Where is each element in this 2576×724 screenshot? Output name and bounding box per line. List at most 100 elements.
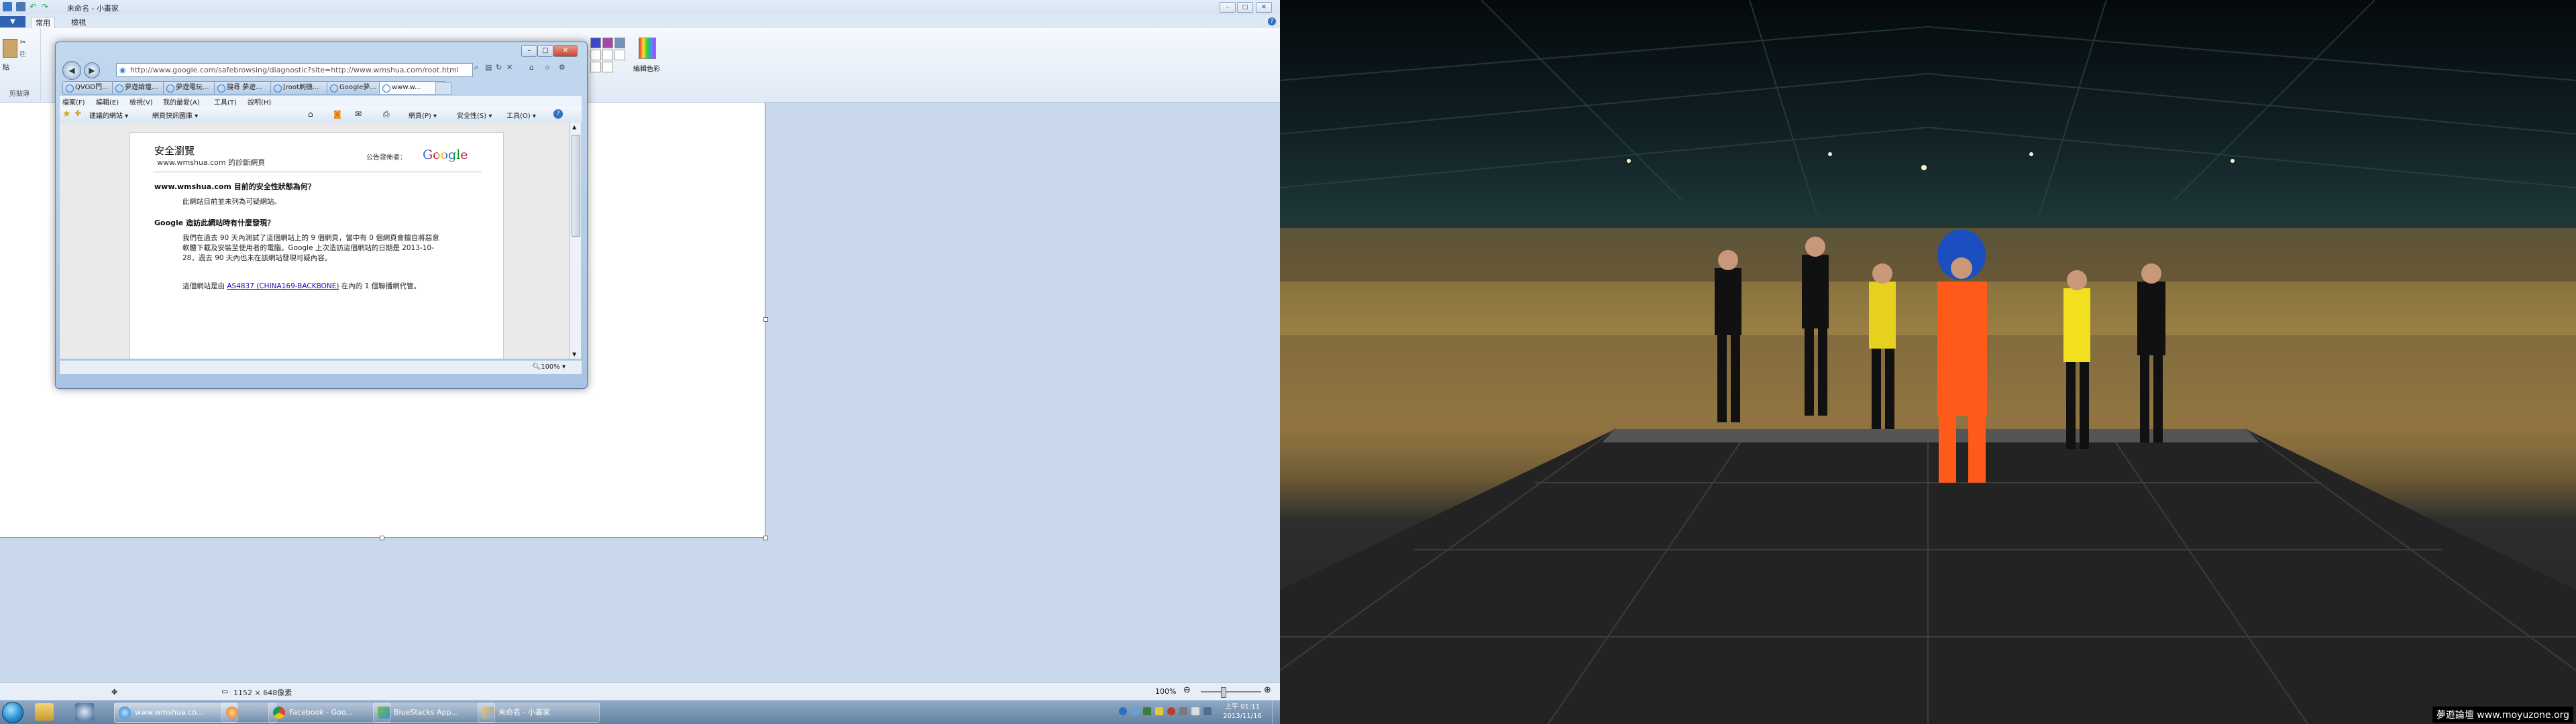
zoom-out-icon[interactable]: ⊖	[1183, 685, 1191, 695]
file-menu-button[interactable]: ▼	[0, 16, 25, 27]
menu-tools[interactable]: 工具(T)	[214, 97, 237, 107]
back-button[interactable]: ◀	[62, 61, 81, 80]
menu-file[interactable]: 檔案(F)	[62, 97, 85, 107]
antivirus-icon[interactable]	[1167, 707, 1175, 715]
audience	[1280, 228, 2576, 449]
print-icon[interactable]: ⎙	[383, 109, 390, 119]
battery-icon[interactable]	[1179, 707, 1187, 715]
close-button[interactable]: ✕	[1256, 2, 1272, 13]
ie-close-button[interactable]: ✕	[553, 45, 578, 57]
color-swatch[interactable]	[614, 38, 625, 48]
tools-gear-icon[interactable]: ⚙	[559, 63, 566, 72]
clock-date: 2013/11/16	[1223, 713, 1262, 720]
paste-icon[interactable]	[3, 39, 17, 58]
flag-icon[interactable]	[1155, 707, 1163, 715]
color-swatch[interactable]	[602, 62, 613, 72]
tab-favicon-icon	[382, 84, 390, 93]
taskbar-chrome-button[interactable]: Facebook - Goo...	[268, 703, 390, 723]
page-favicon: ◉	[119, 66, 126, 74]
ie-vertical-scrollbar[interactable]: ▲ ▼	[570, 123, 581, 359]
show-desktop-button[interactable]	[1272, 701, 1280, 724]
copy-icon[interactable]: ⎘	[20, 51, 25, 58]
page-menu[interactable]: 網頁(P) ▾	[409, 110, 437, 120]
web-slice-gallery-link[interactable]: 網頁快訊圖庫 ▾	[152, 110, 198, 120]
compat-view-icon[interactable]: ▤	[485, 63, 492, 72]
safety-menu[interactable]: 安全性(S) ▾	[457, 110, 492, 120]
tab-view[interactable]: 檢視	[67, 17, 90, 27]
tab-favicon-icon	[166, 84, 174, 93]
ie-menubar: 檔案(F) 編輯(E) 檢視(V) 我的最愛(A) 工具(T) 說明(H)	[60, 96, 582, 107]
concert-photo	[1280, 0, 2576, 724]
scroll-thumb[interactable]	[572, 135, 580, 237]
forward-button[interactable]: ▶	[84, 62, 100, 78]
suggested-sites-link[interactable]: 建議的網站 ▾	[89, 110, 128, 120]
volume-icon[interactable]	[1191, 707, 1199, 715]
watermark: 夢遊論壇 www.moyuzone.org	[2432, 707, 2573, 723]
color-swatch[interactable]	[614, 50, 625, 60]
add-favorites-icon[interactable]: ✚	[74, 109, 81, 118]
refresh-icon[interactable]: ↻	[496, 63, 502, 72]
minimize-button[interactable]: –	[1220, 2, 1236, 13]
color-swatch[interactable]	[590, 50, 601, 60]
favorites-star-icon[interactable]: ☆	[544, 63, 551, 72]
stop-icon[interactable]: ✕	[506, 63, 513, 72]
network-link[interactable]: AS4837 (CHINA169-BACKBONE)	[227, 282, 339, 290]
menu-help[interactable]: 說明(H)	[248, 97, 271, 107]
save-icon[interactable]	[16, 2, 25, 11]
zoom-in-icon[interactable]: ⊕	[1264, 685, 1271, 695]
tab-home[interactable]: 常用	[31, 17, 55, 28]
taskbar-bluestacks-button[interactable]: BlueStacks App...	[373, 703, 495, 723]
home-icon[interactable]: ⌂	[308, 109, 313, 119]
paste-button[interactable]: 貼	[3, 62, 9, 72]
help-icon[interactable]: ?	[553, 109, 563, 119]
start-button[interactable]	[2, 702, 23, 723]
edit-colors-icon[interactable]	[639, 38, 656, 59]
zoom-slider[interactable]	[1201, 691, 1261, 692]
arena-roof	[1280, 0, 2576, 215]
undo-icon[interactable]: ↶	[30, 2, 39, 11]
cut-icon[interactable]: ✂	[20, 39, 25, 46]
mail-icon[interactable]: ✉	[355, 109, 362, 119]
tools-menu[interactable]: 工具(O) ▾	[506, 110, 536, 120]
help-icon[interactable]	[1119, 707, 1127, 715]
app-pin-icon[interactable]	[75, 703, 94, 721]
taskbar-ie-button[interactable]: www.wmshua.co...	[114, 703, 237, 723]
edit-colors-button[interactable]: 編輯色彩	[633, 63, 660, 73]
shield-icon[interactable]	[1143, 707, 1151, 715]
maximize-button[interactable]: □	[1237, 2, 1253, 13]
arena-lights	[1627, 152, 2235, 170]
zoom-slider-thumb[interactable]	[1221, 687, 1226, 698]
menu-view[interactable]: 檢視(V)	[129, 97, 153, 107]
canvas-resize-handle[interactable]	[380, 536, 384, 540]
scroll-up-arrow-icon[interactable]: ▲	[572, 124, 576, 130]
paint-app-icon[interactable]	[3, 2, 12, 11]
home-icon[interactable]: ⌂	[529, 63, 534, 72]
canvas-resize-handle[interactable]	[763, 536, 768, 540]
color-swatch[interactable]	[602, 38, 613, 48]
ie-zoom-level[interactable]: 🔍︎100% ▾	[533, 363, 566, 371]
taskbar-paint-button[interactable]: 未命名 - 小畫家	[478, 703, 600, 723]
menu-edit[interactable]: 編輯(E)	[96, 97, 119, 107]
menu-favorites[interactable]: 我的最愛(A)	[163, 97, 200, 107]
search-icon[interactable]: ⌕	[474, 63, 478, 72]
scroll-down-arrow-icon[interactable]: ▼	[572, 351, 576, 357]
google-logo: Google	[423, 147, 468, 162]
address-url[interactable]: http://www.google.com/safebrowsing/diagn…	[130, 66, 459, 74]
network-suffix: 在內的 1 個聯播網代管。	[341, 282, 421, 290]
address-bar[interactable]: ◉ http://www.google.com/safebrowsing/dia…	[116, 63, 473, 77]
network-icon[interactable]	[1131, 707, 1139, 715]
clock[interactable]: 上午 01:11 2013/11/16	[1216, 703, 1269, 721]
color-swatch[interactable]	[602, 50, 613, 60]
canvas-resize-handle[interactable]	[763, 317, 768, 322]
redo-icon[interactable]: ↷	[42, 2, 51, 11]
explorer-pin-icon[interactable]	[35, 703, 54, 721]
help-icon[interactable]: ?	[1268, 17, 1276, 25]
ie-maximize-button[interactable]: □	[537, 45, 553, 57]
new-tab-button[interactable]	[435, 82, 451, 95]
favorites-star-icon[interactable]: ★	[62, 109, 71, 119]
display-icon[interactable]	[1203, 707, 1212, 715]
color-swatch[interactable]	[590, 38, 601, 48]
ie-minimize-button[interactable]: –	[521, 45, 537, 57]
feeds-icon[interactable]: ◙	[333, 109, 341, 119]
color-swatch[interactable]	[590, 62, 601, 72]
